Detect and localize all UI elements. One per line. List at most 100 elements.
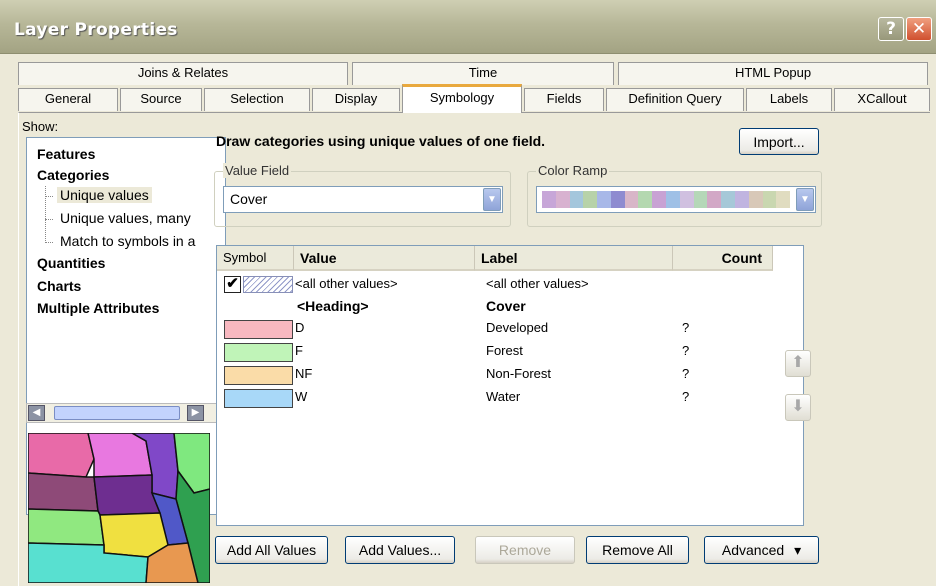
tree-connector (45, 196, 53, 197)
ramp-color-block (693, 191, 708, 208)
ramp-color-block (679, 191, 694, 208)
cell-heading-value: <Heading> (297, 298, 369, 314)
help-button[interactable]: ? (878, 17, 904, 41)
ramp-color-block (776, 191, 791, 208)
value-field-label: Value Field (223, 163, 292, 178)
chevron-down-icon[interactable]: ▼ (796, 188, 814, 211)
cell-value: F (295, 343, 303, 358)
advanced-button[interactable]: Advanced ▾ (704, 536, 819, 564)
ramp-color-block (542, 191, 556, 208)
chevron-down-icon: ▾ (794, 542, 802, 558)
cell-count: ? (682, 320, 690, 335)
tree-item-charts[interactable]: Charts (37, 278, 81, 294)
cell-label: Developed (486, 320, 549, 335)
tab-source[interactable]: Source (120, 88, 202, 111)
tab-selection[interactable]: Selection (204, 88, 310, 111)
scroll-thumb[interactable] (54, 406, 180, 420)
tree-connector (45, 219, 53, 220)
color-ramp-label: Color Ramp (536, 163, 610, 178)
cell-count: ? (682, 389, 690, 404)
cell-label: Water (486, 389, 521, 404)
symbol-swatch[interactable] (224, 343, 293, 362)
cell-count: ? (682, 343, 690, 358)
cell-label: Forest (486, 343, 523, 358)
cell-label: <all other values> (486, 276, 589, 291)
tab-html-popup[interactable]: HTML Popup (618, 62, 928, 85)
tree-item-unique-values-many[interactable]: Unique values, many (60, 210, 191, 226)
tree-item-categories[interactable]: Categories (37, 167, 109, 183)
ramp-color-block (638, 191, 653, 208)
tree-horizontal-scrollbar[interactable]: ◀ ▶ (26, 403, 226, 423)
unique-values-table[interactable]: Symbol Value Label Count ✔ <all other va… (216, 245, 804, 526)
ramp-color-block (569, 191, 584, 208)
tree-item-multiple-attributes[interactable]: Multiple Attributes (37, 300, 159, 316)
symbology-panel: Show: Features Categories Unique values … (18, 112, 930, 586)
window-title: Layer Properties (14, 20, 178, 40)
column-header-count[interactable]: Count (673, 246, 773, 271)
remove-button[interactable]: Remove (475, 536, 575, 564)
ramp-color-block (597, 191, 611, 208)
tab-general[interactable]: General (18, 88, 118, 111)
close-button[interactable]: ✕ (906, 17, 932, 41)
map-preview-image (27, 432, 211, 584)
tree-item-quantities[interactable]: Quantities (37, 255, 105, 271)
cell-value: D (295, 320, 305, 335)
tab-definition-query[interactable]: Definition Query (606, 88, 744, 111)
remove-all-button[interactable]: Remove All (586, 536, 689, 564)
ramp-color-block (762, 191, 777, 208)
cell-value: W (295, 389, 308, 404)
tab-xcallout[interactable]: XCallout (834, 88, 930, 111)
ramp-color-block (583, 191, 598, 208)
tree-item-features[interactable]: Features (37, 146, 95, 162)
value-field-value: Cover (230, 191, 268, 207)
ramp-color-block (652, 191, 667, 208)
hatch-swatch[interactable] (243, 276, 293, 293)
ramp-color-block (748, 191, 763, 208)
ramp-color-block (666, 191, 680, 208)
cell-count: ? (682, 366, 690, 381)
ramp-color-block (610, 191, 625, 208)
tab-joins-relates[interactable]: Joins & Relates (18, 62, 348, 85)
add-values-button[interactable]: Add Values... (345, 536, 455, 564)
color-ramp-group: Color Ramp ▼ (527, 163, 822, 227)
symbology-heading: Draw categories using unique values of o… (216, 133, 546, 149)
import-button[interactable]: Import... (739, 128, 819, 155)
scroll-left-icon[interactable]: ◀ (28, 405, 45, 421)
ramp-color-block (555, 191, 570, 208)
tab-time[interactable]: Time (352, 62, 614, 85)
symbol-swatch[interactable] (224, 389, 293, 408)
scroll-right-icon[interactable]: ▶ (187, 405, 204, 421)
up-arrow-icon[interactable]: ⬆ (785, 350, 811, 377)
cell-heading-label: Cover (486, 298, 526, 314)
cell-value: NF (295, 366, 313, 381)
title-bar[interactable]: Layer Properties ? ✕ (0, 0, 936, 54)
tree-item-unique-values[interactable]: Unique values (57, 187, 152, 203)
column-header-symbol[interactable]: Symbol (217, 246, 294, 271)
advanced-label: Advanced (721, 542, 785, 558)
value-field-group: Value Field Cover ▼ (214, 163, 511, 227)
column-header-label[interactable]: Label (475, 246, 673, 271)
tree-connector (45, 186, 46, 243)
tab-labels[interactable]: Labels (746, 88, 832, 111)
ramp-color-block (721, 191, 735, 208)
show-label: Show: (22, 119, 59, 134)
down-arrow-icon[interactable]: ⬇ (785, 394, 811, 421)
cell-value: <all other values> (295, 276, 398, 291)
ramp-color-block (624, 191, 639, 208)
chevron-down-icon[interactable]: ▼ (483, 188, 501, 211)
column-header-value[interactable]: Value (294, 246, 475, 271)
tree-item-match-to-symbols[interactable]: Match to symbols in a (60, 233, 195, 249)
color-ramp-swatch (542, 191, 791, 208)
cell-label: Non-Forest (486, 366, 552, 381)
tab-display[interactable]: Display (312, 88, 400, 111)
checkmark-icon[interactable]: ✔ (224, 276, 241, 293)
layer-properties-window: Layer Properties ? ✕ Joins & Relates Tim… (0, 0, 936, 586)
tab-fields[interactable]: Fields (524, 88, 604, 111)
symbol-swatch[interactable] (224, 366, 293, 385)
tab-symbology[interactable]: Symbology (402, 84, 522, 113)
value-field-dropdown[interactable]: Cover ▼ (223, 186, 503, 213)
ramp-color-block (707, 191, 722, 208)
add-all-values-button[interactable]: Add All Values (215, 536, 328, 564)
color-ramp-dropdown[interactable]: ▼ (536, 186, 816, 213)
symbol-swatch[interactable] (224, 320, 293, 339)
